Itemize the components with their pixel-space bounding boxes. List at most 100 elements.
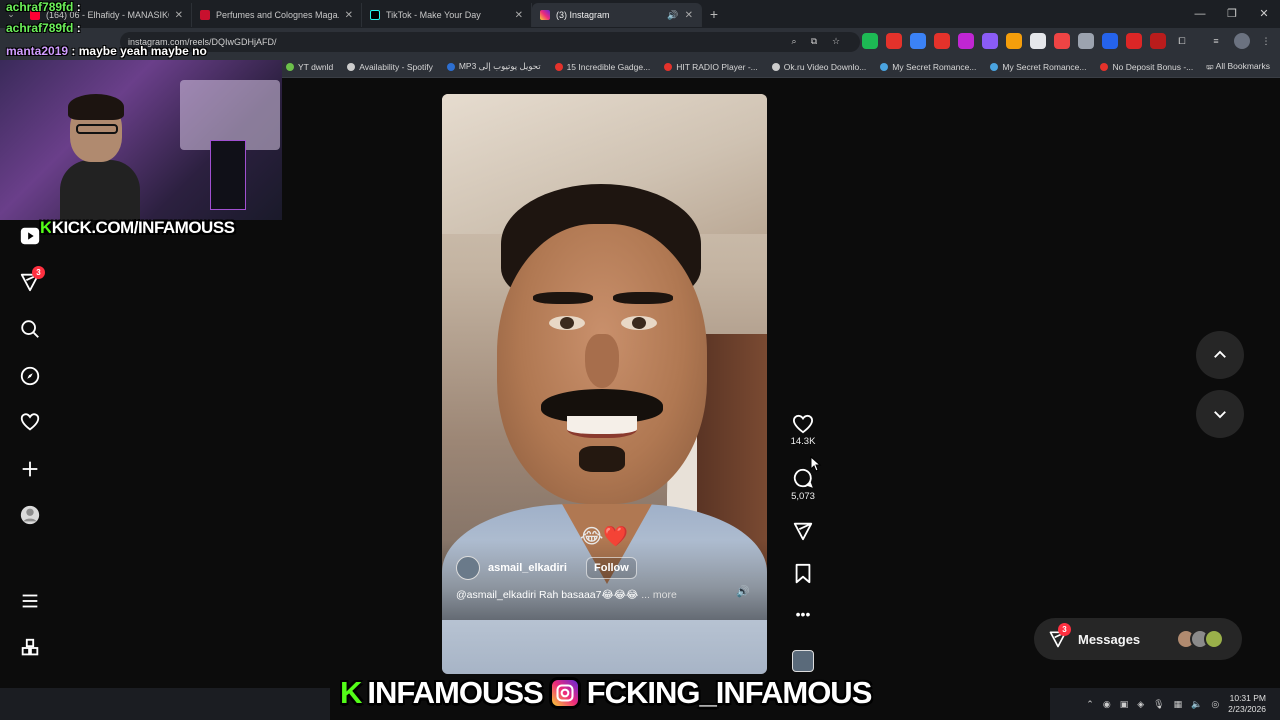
audio-thumbnail[interactable]: [790, 650, 816, 672]
comment-button[interactable]: 5,073: [790, 467, 816, 502]
chat-message: achraf789fd :: [6, 21, 81, 35]
all-bookmarks-button[interactable]: ▭ All Bookmarks: [1206, 61, 1270, 72]
url-field[interactable]: instagram.com/reels/DQIwGDHjAFD/: [120, 32, 860, 52]
avatar: [1204, 629, 1224, 649]
follow-button[interactable]: Follow: [586, 557, 637, 579]
bookmark-icon: [795, 563, 811, 584]
tray-app-icon[interactable]: ▣: [1120, 699, 1129, 710]
video-person: [497, 184, 707, 524]
nav-messages-icon[interactable]: 3: [18, 266, 45, 294]
webcam-pc-case: [210, 140, 246, 210]
profile-avatar[interactable]: [1234, 33, 1250, 49]
bookmark-item[interactable]: MP3 تحويل يوتيوب إلى: [446, 61, 541, 72]
like-button[interactable]: 14.3K: [790, 414, 816, 447]
bookmark-item[interactable]: 15 Incredible Gadge...: [554, 62, 650, 72]
zoom-icon[interactable]: ⌕: [786, 33, 802, 49]
extension-icon[interactable]: [934, 33, 950, 49]
mute-icon[interactable]: 🔊: [736, 585, 750, 598]
volume-icon[interactable]: 🔈: [1191, 699, 1202, 710]
extension-icon[interactable]: [982, 33, 998, 49]
extension-icon[interactable]: [958, 33, 974, 49]
tab-instagram[interactable]: (3) Instagram 🔊 ✕: [532, 3, 702, 27]
close-tab-icon[interactable]: ✕: [175, 10, 183, 21]
media-icon[interactable]: ≡: [1208, 33, 1224, 49]
extension-icon[interactable]: [1150, 33, 1166, 49]
messages-button[interactable]: 3 Messages: [1034, 618, 1242, 660]
previous-reel-button[interactable]: [1196, 331, 1244, 379]
system-clock[interactable]: 10:31 PM 2/23/2026: [1228, 693, 1266, 715]
extension-icon[interactable]: [1102, 33, 1118, 49]
messages-badge: 3: [1058, 623, 1071, 636]
kick-url-overlay: KKICK.COM/INFAMOUSS: [40, 218, 235, 237]
tray-overflow-icon[interactable]: ⌃: [1086, 699, 1094, 710]
close-tab-icon[interactable]: ✕: [515, 10, 523, 21]
share-icon: [793, 522, 813, 541]
nav-create-icon[interactable]: [18, 457, 42, 481]
close-tab-icon[interactable]: ✕: [345, 10, 353, 21]
tab-tiktok[interactable]: TikTok - Make Your Day ✕: [362, 3, 532, 27]
bookmark-item[interactable]: No Deposit Bonus -...: [1100, 62, 1193, 72]
bookmark-item[interactable]: Ok.ru Video Downlo...: [771, 62, 866, 72]
bookmark-item[interactable]: My Secret Romance...: [990, 62, 1086, 72]
speaker-icon[interactable]: 🔊: [667, 10, 678, 21]
extension-icon[interactable]: [910, 33, 926, 49]
restore-icon[interactable]: ❐: [1216, 0, 1248, 28]
comment-count: 5,073: [791, 491, 815, 502]
chat-message: manta2019 : maybe yeah maybe no: [6, 44, 207, 58]
more-options-icon[interactable]: •••: [790, 606, 816, 622]
bookmark-icon: [286, 62, 294, 71]
bookmark-item[interactable]: HIT RADIO Player -...: [664, 62, 758, 72]
close-tab-icon[interactable]: ✕: [685, 10, 693, 21]
nav-profile-avatar[interactable]: [18, 503, 42, 527]
extension-icon[interactable]: [862, 33, 878, 49]
tray-app-icon[interactable]: ◉: [1103, 699, 1111, 710]
globe-icon: [771, 62, 780, 71]
close-window-icon[interactable]: ✕: [1248, 0, 1280, 28]
browser-menu-icon[interactable]: ⋮: [1258, 33, 1274, 49]
extensions-puzzle-icon[interactable]: ⧠: [1174, 33, 1190, 49]
nav-also-from-meta-icon[interactable]: [18, 636, 42, 660]
install-icon[interactable]: ⧉: [806, 33, 822, 49]
extension-icon[interactable]: [1126, 33, 1142, 49]
extension-icon[interactable]: [886, 33, 902, 49]
like-count: 14.3K: [790, 436, 816, 447]
nav-search-icon[interactable]: [18, 317, 42, 341]
audio-avatar: [792, 650, 814, 672]
reel-caption: @asmail_elkadiri Rah basaaa7😂😂😂 ... more: [456, 589, 677, 601]
minimize-icon[interactable]: —: [1184, 0, 1216, 28]
nav-notifications-heart-icon[interactable]: [18, 410, 42, 434]
save-button[interactable]: [790, 563, 816, 585]
nav-reels-icon[interactable]: [18, 224, 42, 248]
tray-app-icon[interactable]: ◎: [1211, 699, 1219, 710]
extension-icon[interactable]: [1006, 33, 1022, 49]
reel-author[interactable]: asmail_elkadiri: [456, 556, 567, 580]
streamer: [60, 90, 140, 220]
tab-perfumes[interactable]: Perfumes and Colognes Maga... ✕: [192, 3, 362, 27]
folder-icon: ▭: [1205, 61, 1216, 71]
author-username[interactable]: asmail_elkadiri: [488, 562, 567, 574]
bookmark-icon: [990, 62, 999, 71]
extension-icon[interactable]: [1078, 33, 1094, 49]
share-button[interactable]: [790, 520, 816, 542]
author-avatar[interactable]: [456, 556, 480, 580]
microphone-icon[interactable]: 🎙: [1153, 699, 1164, 710]
extension-icon[interactable]: [1054, 33, 1070, 49]
site-icon: [200, 10, 210, 20]
network-icon[interactable]: ▦: [1174, 699, 1183, 710]
bookmark-item[interactable]: YT dwnld: [286, 62, 333, 72]
mouse-cursor-icon: [810, 456, 822, 472]
caption-more-link[interactable]: ... more: [641, 589, 677, 601]
extension-icon[interactable]: [1030, 33, 1046, 49]
nav-explore-icon[interactable]: [18, 364, 42, 388]
bookmark-item[interactable]: Availability - Spotify: [347, 62, 433, 72]
nav-more-menu-icon[interactable]: [18, 589, 42, 613]
heart-icon: [792, 414, 814, 434]
system-tray: ⌃ ◉ ▣ ◈ 🎙 ▦ 🔈 ◎ 10:31 PM 2/23/2026: [1050, 688, 1280, 720]
bookmark-item[interactable]: My Secret Romance...: [880, 62, 976, 72]
new-tab-icon[interactable]: +: [702, 6, 726, 22]
chat-message: achraf789fd :: [6, 0, 81, 14]
webcam-overlay: [0, 60, 282, 220]
next-reel-button[interactable]: [1196, 390, 1244, 438]
tray-app-icon[interactable]: ◈: [1137, 699, 1144, 710]
bookmark-star-icon[interactable]: ☆: [828, 33, 844, 49]
